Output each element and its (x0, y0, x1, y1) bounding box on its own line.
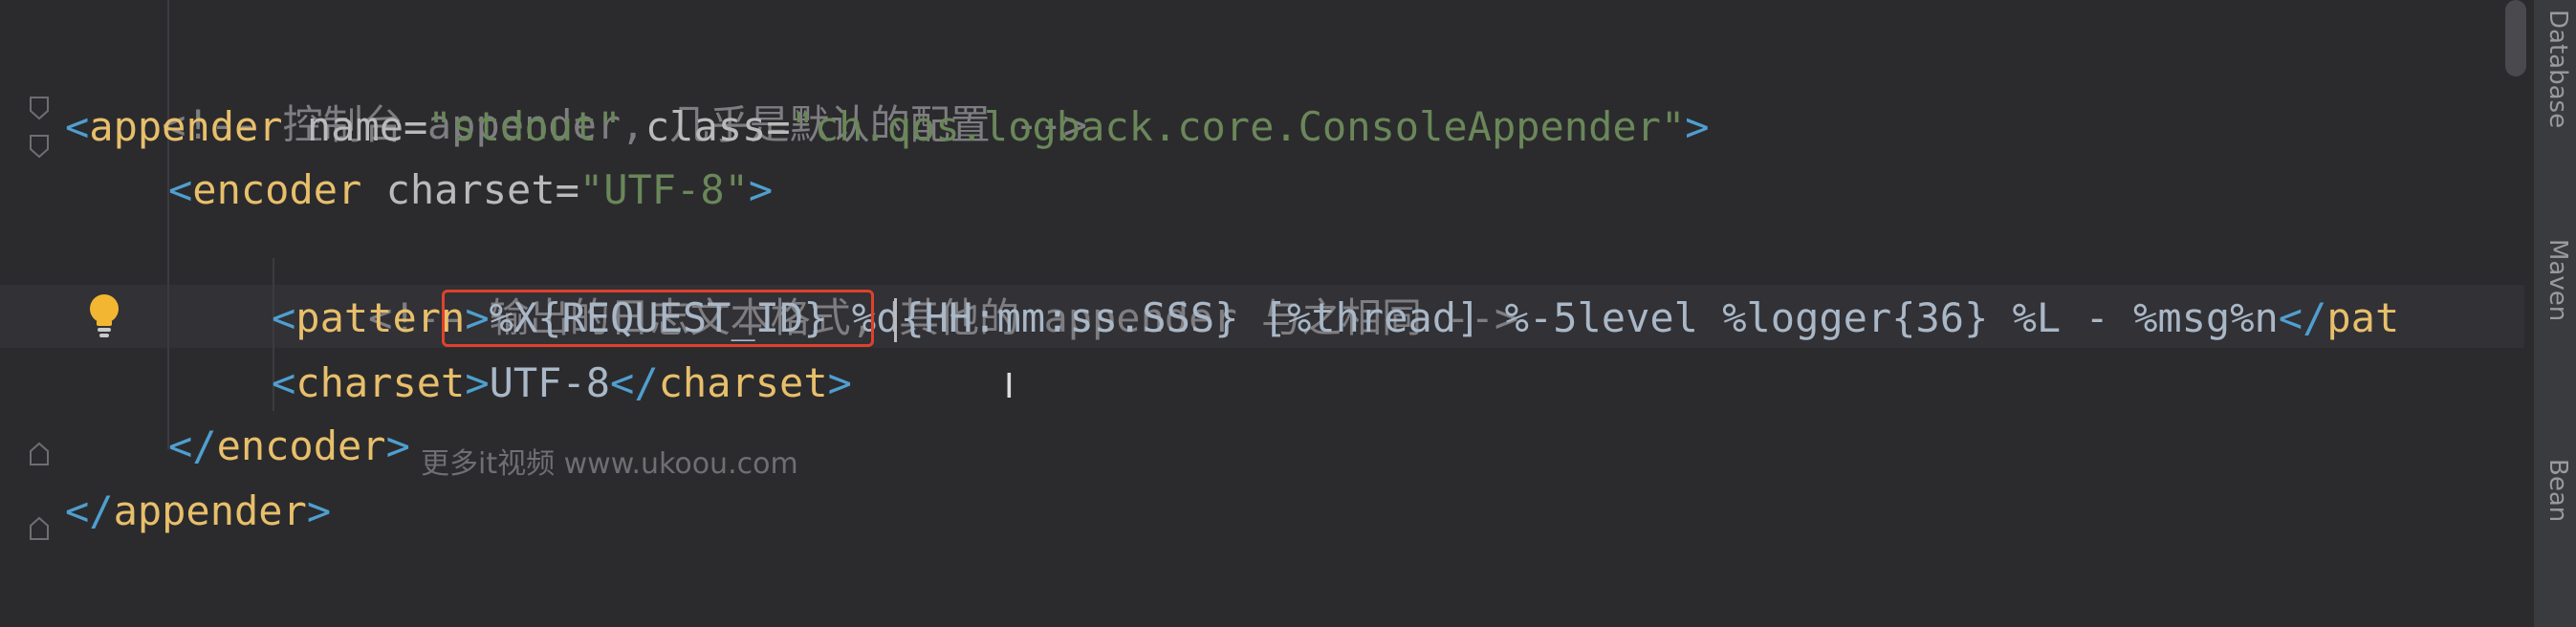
attribute-name: name (282, 103, 404, 150)
attribute-value: "UTF-8" (579, 166, 749, 213)
element-text: UTF-8 (489, 359, 611, 406)
tag-bracket: > (748, 166, 774, 213)
fold-icon[interactable] (29, 134, 50, 159)
tag-bracket: </ (65, 487, 114, 534)
code-line-3[interactable]: <encoder charset="UTF-8"> (168, 159, 773, 222)
mouse-ibeam-icon: I (1004, 367, 1015, 406)
tag-name: appender (89, 103, 283, 150)
tag-bracket: < (65, 103, 90, 150)
code-line-7[interactable]: </encoder> (168, 415, 410, 478)
tag-name: charset (658, 359, 828, 406)
tool-tab-bean[interactable]: Bean (2543, 459, 2572, 522)
tool-tab-maven[interactable]: Maven (2543, 239, 2572, 321)
attribute-value: "stdout" (427, 103, 622, 150)
equals-sign: = (766, 103, 791, 150)
tag-bracket: > (1685, 103, 1710, 150)
tool-tab-database[interactable]: Database (2543, 10, 2572, 128)
vertical-scrollbar[interactable] (2505, 0, 2526, 76)
equals-sign: = (404, 103, 428, 150)
fold-icon[interactable] (29, 442, 50, 466)
attribute-name: charset (361, 166, 556, 213)
tag-bracket: < (272, 294, 296, 341)
equals-sign: = (555, 166, 579, 213)
text-caret (894, 298, 897, 342)
tag-bracket: > (385, 422, 410, 469)
code-line-6[interactable]: <charset>UTF-8</charset> (272, 352, 852, 415)
highlight-box (442, 290, 874, 347)
tag-bracket: </ (610, 359, 659, 406)
code-line-1[interactable]: <!-- 控制台 appender, 几乎是默认的配置 --> (65, 31, 1087, 148)
tag-name: encoder (192, 166, 362, 213)
code-line-2[interactable]: <appender name="stdout" class="ch.qos.lo… (65, 96, 1710, 159)
tag-name: pat (2326, 294, 2400, 341)
tag-name: encoder (216, 422, 386, 469)
tag-bracket: </ (168, 422, 217, 469)
tag-bracket: > (306, 487, 332, 534)
tag-bracket: </ (2278, 294, 2327, 341)
watermark-text: 更多it视频 www.ukoou.com (421, 447, 798, 481)
pattern-text: %d{HH:mm:ss.SSS} [%thread] %-5level %log… (851, 294, 2279, 341)
lightbulb-icon[interactable] (82, 292, 126, 339)
code-line-4[interactable]: <!-- 输出的日志文本格式, 其他的 appender 与之相同 --> (272, 224, 1518, 341)
code-editor[interactable]: <!-- 控制台 appender, 几乎是默认的配置 --> <appende… (0, 0, 2526, 627)
tag-name: pattern (295, 294, 466, 341)
fold-icon[interactable] (29, 516, 50, 541)
tag-name: appender (113, 487, 307, 534)
code-line-8[interactable]: </appender> (65, 480, 331, 543)
tag-name: charset (295, 359, 466, 406)
tag-bracket: > (465, 359, 490, 406)
fold-icon[interactable] (29, 96, 50, 120)
tag-bracket: < (272, 359, 296, 406)
tag-bracket: > (827, 359, 852, 406)
tag-bracket: < (168, 166, 193, 213)
attribute-value: "ch.qos.logback.core.ConsoleAppender" (790, 103, 1686, 150)
attribute-name: class (621, 103, 767, 150)
